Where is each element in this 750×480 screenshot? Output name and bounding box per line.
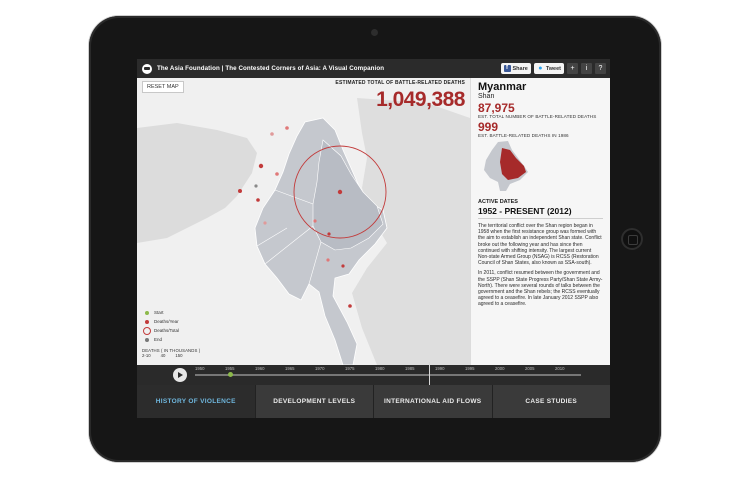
conflict-map[interactable]: RESET MAP ESTIMATED TOTAL OF BATTLE-RELA…: [137, 78, 470, 365]
conflict-dot: [285, 126, 289, 130]
year-deaths-label: EST. BATTLE-RELATED DEATHS IN 1986: [478, 133, 569, 138]
tab-history-of-violence[interactable]: HISTORY OF VIOLENCE: [137, 385, 256, 418]
timeline-year: 1955: [225, 366, 235, 371]
scale-value: 2-10: [142, 353, 151, 358]
detail-panel: Myanmar Shan 87,975 EST. TOTAL NUMBER OF…: [470, 78, 610, 365]
legend-end-label: End: [154, 337, 163, 342]
app-screen: The Asia Foundation | The Contested Corn…: [137, 59, 610, 418]
deaths-year-dot-icon: [145, 319, 149, 324]
shan-location-map: [484, 141, 528, 191]
conflict-dot: [258, 163, 264, 169]
legend-total-label: Deaths/Total: [154, 328, 180, 333]
info-button[interactable]: i: [581, 63, 592, 74]
total-deaths-label: EST. TOTAL NUMBER OF BATTLE-RELATED DEAT…: [478, 114, 597, 119]
conflict-dot: [275, 172, 279, 176]
asia-foundation-logo-icon: [142, 63, 152, 74]
top-actions: f Share ● Tweet + i ?: [500, 63, 606, 74]
facebook-share-label: Share: [512, 65, 528, 72]
play-button[interactable]: [173, 368, 187, 382]
twitter-tweet-button[interactable]: ● Tweet: [533, 63, 564, 74]
timeline-year: 1970: [315, 366, 325, 371]
bottom-tabs: HISTORY OF VIOLENCE DEVELOPMENT LEVELS I…: [137, 385, 610, 418]
legend-start: Start: [142, 308, 200, 317]
description-paragraph: The territorial conflict over the Shan r…: [478, 223, 602, 267]
app-title: The Asia Foundation | The Contested Corn…: [157, 65, 385, 72]
timeline-year: 2005: [525, 366, 535, 371]
conflict-dot: [313, 219, 317, 223]
total-deaths-value: 87,975: [478, 101, 515, 115]
plus-button[interactable]: +: [567, 63, 578, 74]
conflict-dot: [256, 198, 260, 202]
conflict-dot: [238, 189, 242, 193]
deaths-scale-values: 2-10 40 150: [142, 353, 200, 358]
timeline-year: 1975: [345, 366, 355, 371]
active-dates-label: ACTIVE DATES: [478, 199, 518, 205]
help-button[interactable]: ?: [595, 63, 606, 74]
facebook-share-button[interactable]: f Share: [500, 63, 531, 74]
facebook-icon: f: [503, 65, 511, 72]
reset-map-button[interactable]: RESET MAP: [142, 81, 184, 93]
tab-international-aid-flows[interactable]: INTERNATIONAL AID FLOWS: [374, 385, 493, 418]
conflict-dot: [327, 232, 331, 236]
camera: [371, 29, 378, 36]
map-legend: Start Deaths/Year Deaths/Total End DEATH…: [142, 308, 200, 358]
conflict-dot: [341, 264, 345, 268]
timeline-year: 1985: [405, 366, 415, 371]
tab-case-studies[interactable]: CASE STUDIES: [493, 385, 611, 418]
conflict-dot: [337, 189, 343, 195]
active-dates-value: 1952 - PRESENT (2012): [478, 206, 603, 219]
legend-total: Deaths/Total: [142, 326, 200, 335]
scale-value: 150: [175, 353, 183, 358]
end-dot-icon: [145, 337, 149, 342]
timeline-track[interactable]: 1950 1955 1960 1965 1970 1975 1980 1985 …: [195, 366, 581, 376]
legend-per-year-label: Deaths/Year: [154, 319, 179, 324]
timeline-year: 1950: [195, 366, 205, 371]
timeline-year: 1990: [435, 366, 445, 371]
timeline-year: 1965: [285, 366, 295, 371]
scale-value: 40: [160, 353, 166, 358]
timeline-year: 1995: [465, 366, 475, 371]
neighbor-land-west: [137, 123, 257, 243]
conflict-dot: [326, 258, 330, 262]
twitter-tweet-label: Tweet: [545, 65, 561, 72]
twitter-icon: ●: [538, 65, 543, 72]
country-name: Myanmar: [478, 81, 527, 93]
tab-development-levels[interactable]: DEVELOPMENT LEVELS: [256, 385, 374, 418]
top-bar: The Asia Foundation | The Contested Corn…: [137, 59, 610, 78]
legend-end: End: [142, 335, 200, 344]
timeline-year: 2010: [555, 366, 565, 371]
region-name: Shan: [478, 93, 495, 100]
home-button[interactable]: [621, 228, 643, 250]
timeline-start-marker: [228, 372, 233, 377]
deaths-total-circle-icon: [143, 326, 151, 335]
estimated-total-value: 1,049,388: [376, 88, 465, 111]
legend-start-label: Start: [154, 310, 164, 315]
estimated-total-label: ESTIMATED TOTAL OF BATTLE-RELATED DEATHS: [335, 80, 465, 86]
description-paragraph: In 2011, conflict resumed between the go…: [478, 270, 603, 308]
conflict-dot: [263, 221, 267, 225]
year-deaths-value: 999: [478, 120, 499, 134]
timeline-bar[interactable]: 1950 1955 1960 1965 1970 1975 1980 1985 …: [137, 362, 610, 388]
timeline-year: 1980: [375, 366, 385, 371]
start-dot-icon: [145, 310, 149, 315]
timeline-year: 1960: [255, 366, 265, 371]
legend-per-year: Deaths/Year: [142, 317, 200, 326]
timeline-year: 2000: [495, 366, 505, 371]
conflict-dot: [254, 184, 258, 188]
conflict-dot: [348, 304, 352, 308]
conflict-dot: [270, 132, 274, 136]
